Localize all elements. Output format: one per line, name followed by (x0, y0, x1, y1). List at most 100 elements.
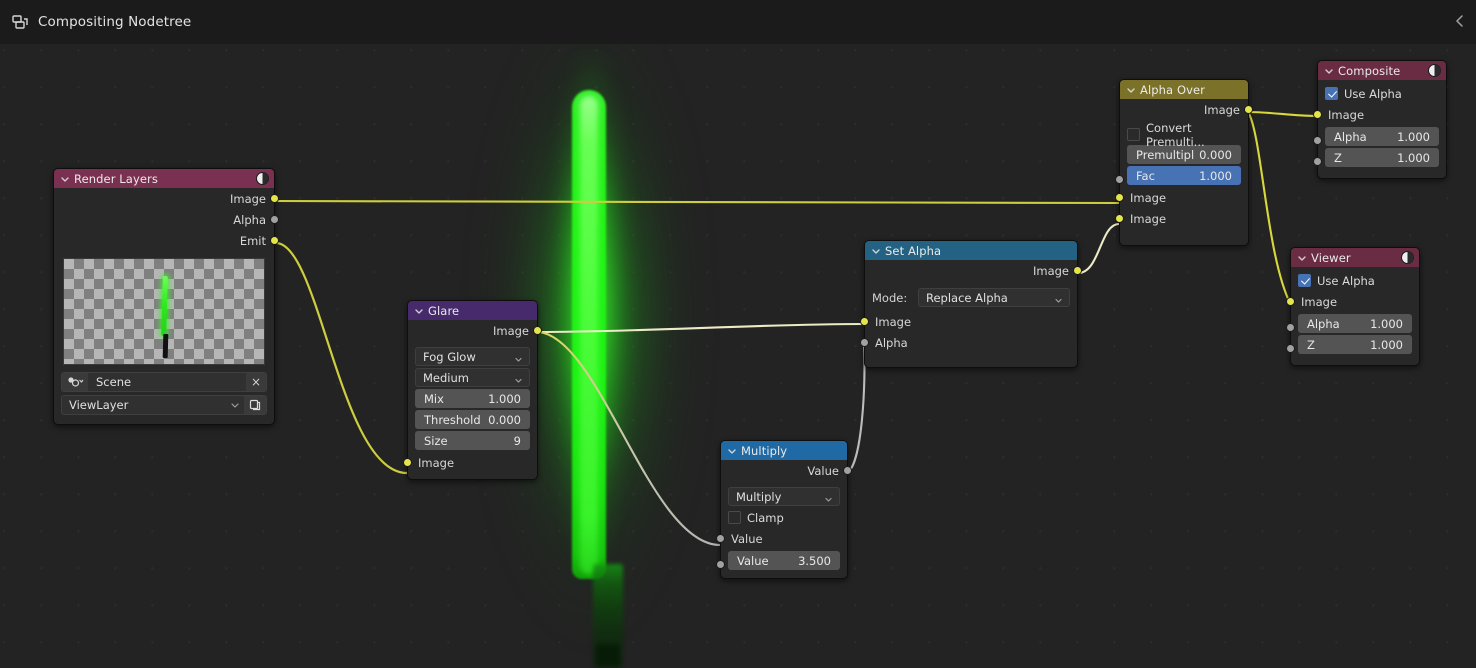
node-title: Composite (1338, 63, 1401, 78)
chevron-down-icon[interactable] (1296, 252, 1308, 264)
fac-field[interactable]: Fac 1.000 (1127, 166, 1241, 185)
glare-size-field[interactable]: Size 9 (415, 431, 530, 450)
field-label: Alpha (1334, 129, 1367, 144)
composite-alpha-field[interactable]: Alpha 1.000 (1325, 127, 1439, 146)
node-header-glare[interactable]: Glare (408, 301, 537, 320)
set-alpha-mode-dropdown[interactable]: Replace Alpha (918, 288, 1070, 307)
glare-quality-dropdown[interactable]: Medium (415, 368, 530, 387)
link-setalpha-to-alphaover (1077, 222, 1120, 275)
socket-alpha-out[interactable] (270, 215, 279, 224)
socket-emit-out[interactable] (270, 236, 279, 245)
chevron-down-icon[interactable] (226, 400, 244, 410)
chevron-down-icon (514, 353, 523, 362)
new-view-layer-icon[interactable] (244, 396, 266, 414)
node-glare[interactable]: Glare Image Fog Glow Medium Mix 1.000 Th… (403, 300, 542, 480)
node-viewer[interactable]: Viewer Use Alpha Image Alpha 1.000 Z 1.0… (1286, 247, 1420, 366)
socket-z-in[interactable] (1286, 344, 1295, 353)
chevron-down-icon[interactable] (59, 173, 71, 185)
socket-value-out[interactable] (843, 466, 852, 475)
input-socket-row-image[interactable]: Image (1286, 291, 1419, 312)
socket-image-in[interactable] (1286, 297, 1295, 306)
chevron-down-icon[interactable] (1323, 65, 1335, 77)
node-multiply[interactable]: Multiply Value Multiply Clamp Value Valu… (716, 440, 852, 579)
composite-z-field[interactable]: Z 1.000 (1325, 148, 1439, 167)
set-alpha-mode-row[interactable]: Mode: Replace Alpha (872, 288, 1070, 307)
node-header-set-alpha[interactable]: Set Alpha (865, 241, 1077, 260)
field-value: 1.000 (1370, 337, 1403, 352)
socket-z-in[interactable] (1313, 157, 1322, 166)
chevron-down-icon[interactable] (726, 445, 738, 457)
chevron-down-icon[interactable] (413, 305, 425, 317)
glare-type-dropdown[interactable]: Fog Glow (415, 347, 530, 366)
socket-image-in[interactable] (860, 317, 869, 326)
clamp-checkbox[interactable] (728, 511, 741, 524)
glare-threshold-field[interactable]: Threshold 0.000 (415, 410, 530, 429)
socket-image-in[interactable] (403, 458, 412, 467)
use-alpha-label: Use Alpha (1344, 86, 1402, 101)
field-value: 9 (513, 433, 521, 448)
socket-fac-in[interactable] (1115, 175, 1124, 184)
field-value: 1.000 (1397, 150, 1430, 165)
socket-alpha-in[interactable] (860, 338, 869, 347)
socket-image-in-2[interactable] (1115, 214, 1124, 223)
socket-label: Image (875, 314, 912, 329)
node-header-multiply[interactable]: Multiply (721, 441, 847, 460)
input-socket-row-image-2[interactable]: Image (1115, 208, 1248, 229)
clear-scene-button[interactable]: × (246, 373, 266, 391)
input-socket-row-alpha[interactable]: Alpha (860, 332, 1077, 353)
use-alpha-checkbox[interactable] (1298, 274, 1311, 287)
input-socket-row-image-1[interactable]: Image (1115, 187, 1248, 208)
viewer-alpha-field[interactable]: Alpha 1.000 (1298, 314, 1412, 333)
output-socket-row-emit[interactable]: Emit (54, 230, 279, 251)
socket-value-in-1[interactable] (716, 534, 725, 543)
node-editor-canvas[interactable]: Render Layers Image Alpha Emit Scene × V… (0, 44, 1476, 668)
view-layer-picker[interactable]: ViewLayer (61, 395, 267, 415)
input-socket-row-image[interactable]: Image (403, 452, 537, 473)
socket-image-out[interactable] (1073, 266, 1082, 275)
composite-use-alpha-row[interactable]: Use Alpha (1325, 85, 1439, 102)
node-header-render-layers[interactable]: Render Layers (54, 169, 274, 188)
chevron-down-icon[interactable] (1125, 84, 1137, 96)
chevron-down-icon[interactable] (870, 245, 882, 257)
convert-premultiply-row[interactable]: Convert Premulti... (1127, 121, 1241, 149)
socket-image-in[interactable] (1313, 110, 1322, 119)
use-alpha-checkbox[interactable] (1325, 87, 1338, 100)
multiply-clamp-row[interactable]: Clamp (728, 509, 840, 526)
node-set-alpha[interactable]: Set Alpha Image Mode: Replace Alpha Imag… (860, 240, 1082, 368)
node-composite[interactable]: Composite Use Alpha Image Alpha 1.000 Z … (1313, 60, 1447, 179)
field-value: 0.000 (1199, 147, 1232, 162)
socket-image-in-1[interactable] (1115, 193, 1124, 202)
output-socket-row-image[interactable]: Image (54, 188, 279, 209)
input-socket-row-image[interactable]: Image (860, 311, 1077, 332)
glare-mix-field[interactable]: Mix 1.000 (415, 389, 530, 408)
socket-image-out[interactable] (533, 326, 542, 335)
convert-premultiply-checkbox[interactable] (1127, 128, 1140, 141)
socket-value-in-2[interactable] (716, 560, 725, 569)
input-socket-row-value[interactable]: Value (716, 528, 847, 549)
scene-picker[interactable]: Scene × (61, 372, 267, 392)
node-render-layers[interactable]: Render Layers Image Alpha Emit Scene × V… (53, 168, 279, 425)
node-header-composite[interactable]: Composite (1318, 61, 1446, 80)
output-socket-row-alpha[interactable]: Alpha (54, 209, 279, 230)
output-socket-row-image[interactable]: Image (408, 320, 542, 341)
viewer-use-alpha-row[interactable]: Use Alpha (1298, 272, 1412, 289)
node-body-render-layers: Image Alpha Emit Scene × ViewLayer (54, 188, 279, 424)
socket-alpha-in[interactable] (1286, 323, 1295, 332)
premultiply-field[interactable]: Premultipl 0.000 (1127, 145, 1241, 164)
output-socket-row-image[interactable]: Image (865, 260, 1082, 281)
output-socket-row-image[interactable]: Image (1120, 99, 1253, 120)
socket-image-out[interactable] (270, 194, 279, 203)
node-header-alpha-over[interactable]: Alpha Over (1120, 80, 1248, 99)
output-socket-row-value[interactable]: Value (721, 460, 852, 481)
socket-image-out[interactable] (1244, 105, 1253, 114)
node-alpha-over[interactable]: Alpha Over Image Convert Premulti... Pre… (1115, 79, 1253, 246)
chevron-down-icon (1054, 294, 1063, 303)
node-header-viewer[interactable]: Viewer (1291, 248, 1419, 267)
multiply-value-field[interactable]: Value 3.500 (728, 551, 840, 570)
socket-alpha-in[interactable] (1313, 136, 1322, 145)
input-socket-row-image[interactable]: Image (1313, 104, 1446, 125)
mode-value: Replace Alpha (926, 290, 1008, 305)
viewer-z-field[interactable]: Z 1.000 (1298, 335, 1412, 354)
chevron-left-icon[interactable] (1452, 12, 1468, 30)
multiply-operation-dropdown[interactable]: Multiply (728, 487, 840, 506)
